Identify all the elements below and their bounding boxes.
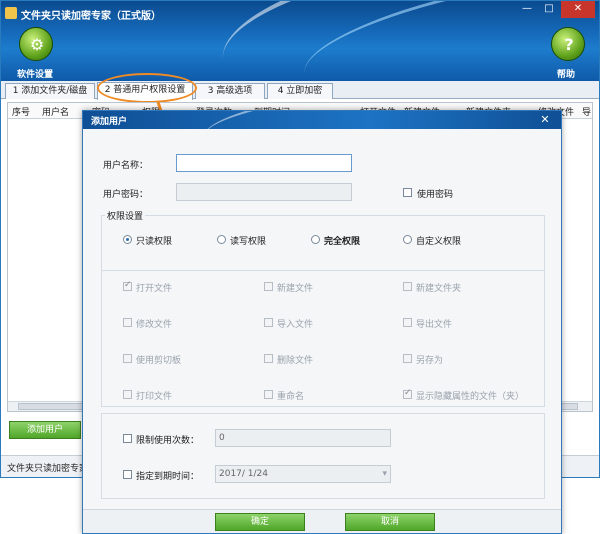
perm-import-checkbox[interactable] [264, 318, 273, 327]
radio-full[interactable] [311, 235, 320, 244]
perm-clipboard-checkbox[interactable] [123, 354, 132, 363]
perm-import-label: 导入文件 [277, 320, 314, 330]
perm-delete-checkbox[interactable] [264, 354, 273, 363]
password-input[interactable] [176, 183, 352, 201]
radio-readonly-label[interactable]: 只读权限 [136, 234, 172, 247]
gear-icon[interactable]: ⚙ [19, 27, 53, 61]
password-label: 用户密码： [103, 190, 149, 200]
help-icon[interactable]: ? [551, 27, 585, 61]
limit-uses-checkbox[interactable] [123, 434, 132, 443]
perm-export-label: 导出文件 [416, 320, 453, 330]
radio-readwrite-label[interactable]: 读写权限 [230, 234, 266, 247]
limit-group [101, 413, 545, 499]
tab-add-folder[interactable]: 1 添加文件夹/磁盘 [5, 83, 95, 99]
perm-modify-checkbox[interactable] [123, 318, 132, 327]
expiry-label[interactable]: 指定到期时间： [136, 469, 199, 482]
maximize-button[interactable]: □ [539, 1, 559, 18]
use-password-checkbox[interactable] [403, 188, 412, 197]
perm-print-checkbox[interactable] [123, 390, 132, 399]
tab-encrypt-now[interactable]: 4 立即加密 [267, 83, 333, 99]
dialog-body: 用户名称： 用户密码： 使用密码 权限设置 只读权限 读写权限 完全权限 自定义… [83, 129, 561, 509]
add-user-button[interactable]: 添加用户 [9, 421, 81, 439]
expiry-date-value: 2017/ 1/24 [219, 469, 269, 479]
column-header[interactable]: 用户名 [42, 105, 69, 118]
close-button[interactable]: ✕ [561, 1, 595, 18]
permission-group-title: 权限设置 [105, 209, 146, 222]
expiry-date-picker[interactable]: 2017/ 1/24 ▾ [215, 465, 391, 483]
status-text: 文件夹只读加密专家 [7, 464, 89, 474]
radio-custom[interactable] [403, 235, 412, 244]
perm-show-hidden-label: 显示隐藏属性的文件（夹） [416, 392, 525, 402]
dialog-title-decoration [200, 111, 506, 129]
perm-clipboard-label: 使用剪切板 [136, 356, 182, 366]
username-input[interactable] [176, 154, 352, 172]
app-logo-icon [5, 7, 17, 19]
use-password-label[interactable]: 使用密码 [417, 187, 453, 200]
perm-new-file-label: 新建文件 [277, 284, 314, 294]
perm-modify-label: 修改文件 [136, 320, 173, 330]
radio-readonly[interactable] [123, 235, 132, 244]
toolbar-banner: 文件夹只读加密专家（正式版） — □ ✕ ⚙ 软件设置 ? 帮助 [1, 1, 599, 81]
ok-button[interactable]: 确定 [215, 513, 305, 531]
calendar-dropdown-icon[interactable]: ▾ [382, 466, 387, 482]
dialog-footer: 确定 取消 [83, 509, 561, 533]
dialog-title: 添加用户 [91, 117, 128, 127]
perm-delete-label: 删除文件 [277, 356, 314, 366]
tab-bar: 1 添加文件夹/磁盘 2 普通用户权限设置 3 高级选项 4 立即加密 [1, 81, 599, 100]
radio-readwrite[interactable] [217, 235, 226, 244]
radio-full-label[interactable]: 完全权限 [324, 234, 360, 247]
help-label[interactable]: 帮助 [557, 67, 575, 80]
column-header[interactable]: 导 [582, 105, 591, 118]
perm-open-label: 打开文件 [136, 284, 173, 294]
perm-new-file-checkbox[interactable] [264, 282, 273, 291]
perm-saveas-label: 另存为 [416, 356, 444, 366]
expiry-checkbox[interactable] [123, 470, 132, 479]
radio-custom-label[interactable]: 自定义权限 [416, 234, 461, 247]
help-glyph: ? [564, 35, 574, 54]
tab-advanced-options[interactable]: 3 高级选项 [195, 83, 265, 99]
perm-rename-label: 重命名 [277, 392, 305, 402]
perm-print-label: 打印文件 [136, 392, 173, 402]
window-title: 文件夹只读加密专家（正式版） [21, 11, 161, 22]
perm-show-hidden-checkbox[interactable] [403, 388, 412, 399]
dialog-close-button[interactable]: ✕ [535, 112, 555, 128]
gear-glyph: ⚙ [29, 35, 45, 54]
perm-rename-checkbox[interactable] [264, 390, 273, 399]
perm-open-checkbox[interactable] [123, 280, 132, 291]
perm-new-folder-checkbox[interactable] [403, 282, 412, 291]
tab-highlight-annotation [97, 73, 197, 103]
minimize-button[interactable]: — [517, 1, 537, 18]
perm-saveas-checkbox[interactable] [403, 354, 412, 363]
column-header[interactable]: 序号 [12, 105, 30, 118]
perm-export-checkbox[interactable] [403, 318, 412, 327]
limit-uses-input[interactable]: 0 [215, 429, 391, 447]
cancel-button[interactable]: 取消 [345, 513, 435, 531]
perm-new-folder-label: 新建文件夹 [416, 284, 462, 294]
limit-uses-label[interactable]: 限制使用次数： [136, 433, 199, 446]
settings-label[interactable]: 软件设置 [17, 67, 53, 80]
permission-divider [101, 270, 545, 271]
username-label: 用户名称： [103, 161, 149, 171]
add-user-dialog: 添加用户 ✕ 用户名称： 用户密码： 使用密码 权限设置 只读权限 读写权限 完… [82, 110, 562, 534]
dialog-titlebar: 添加用户 ✕ [83, 111, 561, 129]
